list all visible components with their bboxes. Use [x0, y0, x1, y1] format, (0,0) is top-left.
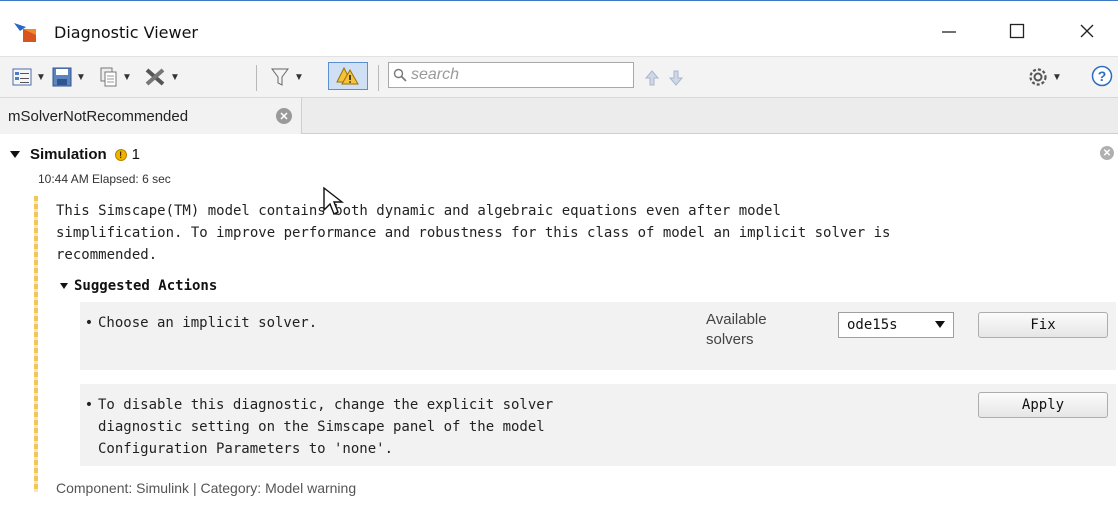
- copy-icon: [96, 66, 120, 88]
- chevron-down-icon: ▼: [76, 71, 86, 83]
- settings-menu-button[interactable]: ▼: [1026, 65, 1064, 89]
- action-line: To disable this diagnostic, change the e…: [98, 397, 554, 413]
- solver-selected-value: ode15s: [847, 317, 898, 333]
- tab-close-button[interactable]: ✕: [276, 108, 292, 124]
- save-menu-button[interactable]: ▼: [50, 65, 88, 89]
- apply-button[interactable]: Apply: [978, 392, 1108, 418]
- tab-label: mSolverNotRecommended: [8, 107, 189, 125]
- message-line: simplification. To improve performance a…: [56, 225, 891, 241]
- up-arrow-icon: [645, 70, 659, 86]
- timestamp-elapsed: 10:44 AM Elapsed: 6 sec: [38, 172, 171, 186]
- action-text: • To disable this diagnostic, change the …: [80, 394, 553, 460]
- mouse-pointer-icon: [323, 186, 345, 215]
- collapse-triangle-icon: [10, 151, 20, 158]
- suggested-actions-header[interactable]: Suggested Actions: [60, 278, 217, 294]
- toolbar-divider: [256, 65, 257, 91]
- diagnostic-viewer-app-icon: [14, 23, 36, 42]
- settings-icon: [1026, 66, 1050, 88]
- suggested-action-row: • Choose an implicit solver. Available so…: [80, 302, 1116, 370]
- save-icon: [50, 66, 74, 88]
- solver-dropdown[interactable]: ode15s: [838, 312, 954, 338]
- previous-arrow-button[interactable]: [640, 67, 664, 89]
- suggested-action-row: • To disable this diagnostic, change the …: [80, 384, 1116, 466]
- chevron-down-icon: ▼: [1052, 71, 1062, 83]
- bullet: •: [84, 397, 94, 413]
- toolbar-divider: [378, 65, 379, 91]
- fix-button[interactable]: Fix: [978, 312, 1108, 338]
- component-category-footer: Component: Simulink | Category: Model wa…: [56, 480, 357, 496]
- action-text: • Choose an implicit solver.: [80, 312, 317, 334]
- minimize-button[interactable]: [926, 13, 972, 49]
- maximize-icon: [1009, 23, 1025, 39]
- diagnostic-message: This Simscape(TM) model contains both dy…: [56, 200, 1106, 266]
- simulation-title: Simulation: [30, 146, 107, 163]
- warning-count: 1: [131, 146, 141, 163]
- help-icon: ?: [1091, 65, 1113, 87]
- clear-menu-button[interactable]: ▼: [144, 65, 182, 89]
- maximize-button[interactable]: [994, 13, 1040, 49]
- dropdown-arrow-icon: [935, 321, 945, 328]
- view-menu-button[interactable]: ▼: [10, 65, 48, 89]
- filter-menu-button[interactable]: ▼: [268, 65, 306, 89]
- dismiss-diagnostic-button[interactable]: ✕: [1100, 146, 1114, 160]
- action-line: diagnostic setting on the Simscape panel…: [98, 419, 545, 435]
- close-icon: ✕: [279, 110, 289, 123]
- close-icon: [1080, 24, 1094, 38]
- chevron-down-icon: ▼: [36, 71, 46, 83]
- list-view-icon: [10, 66, 34, 88]
- down-arrow-icon: [669, 70, 683, 86]
- tab-strip: mSolverNotRecommended ✕: [0, 98, 1118, 134]
- bullet: •: [84, 315, 94, 331]
- warning-filter-toggle[interactable]: [328, 62, 368, 90]
- chevron-down-icon: ▼: [170, 71, 180, 83]
- search-input[interactable]: [411, 66, 621, 84]
- message-line: recommended.: [56, 247, 158, 263]
- warning-icon: !: [114, 148, 127, 161]
- window-title: Diagnostic Viewer: [54, 23, 198, 42]
- minimize-icon: [942, 31, 956, 33]
- simulation-section-header[interactable]: Simulation ! 1: [10, 146, 140, 163]
- chevron-down-icon: ▼: [122, 71, 132, 83]
- message-line: This Simscape(TM) model contains both dy…: [56, 203, 781, 219]
- action-line: Configuration Parameters to 'none'.: [98, 441, 394, 457]
- search-field[interactable]: [388, 62, 634, 88]
- diagnostic-content: Simulation ! 1 10:44 AM Elapsed: 6 sec ✕…: [0, 134, 1118, 506]
- available-solvers-label: Available solvers: [706, 311, 767, 348]
- next-arrow-button[interactable]: [664, 67, 688, 89]
- search-icon: [393, 68, 407, 82]
- close-icon: ✕: [1102, 147, 1112, 159]
- collapse-triangle-icon: [60, 283, 68, 289]
- suggested-actions-title: Suggested Actions: [74, 278, 218, 294]
- close-window-button[interactable]: [1064, 13, 1110, 49]
- tab-msolvernotrecommended[interactable]: mSolverNotRecommended ✕: [0, 98, 302, 134]
- help-button[interactable]: ?: [1090, 65, 1114, 87]
- filter-icon: [268, 66, 292, 88]
- chevron-down-icon: ▼: [294, 71, 304, 83]
- action-line: Choose an implicit solver.: [98, 315, 318, 331]
- warning-severity-stripe: [34, 196, 38, 492]
- copy-menu-button[interactable]: ▼: [96, 65, 134, 89]
- warning-toggle-icon: [336, 66, 359, 85]
- title-bar: Diagnostic Viewer: [0, 0, 1118, 56]
- clear-icon: [144, 66, 168, 88]
- help-label: ?: [1098, 68, 1107, 84]
